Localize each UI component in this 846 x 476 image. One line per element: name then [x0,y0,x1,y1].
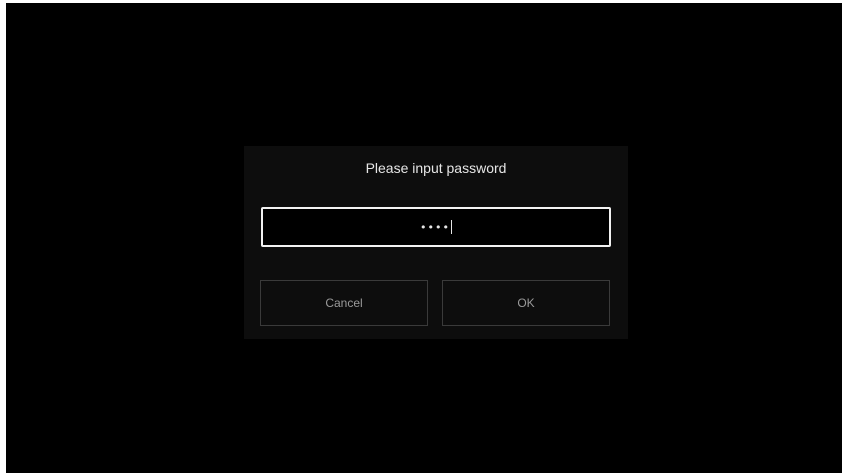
password-masked-value: •••• [420,220,450,234]
dialog-title: Please input password [365,160,507,176]
text-caret [450,220,452,234]
screen: Please input password •••• Cancel OK [6,3,842,473]
password-dialog: Please input password •••• Cancel OK [244,146,628,339]
password-input[interactable]: •••• [261,207,611,247]
cancel-button[interactable]: Cancel [260,280,428,326]
ok-button[interactable]: OK [442,280,610,326]
